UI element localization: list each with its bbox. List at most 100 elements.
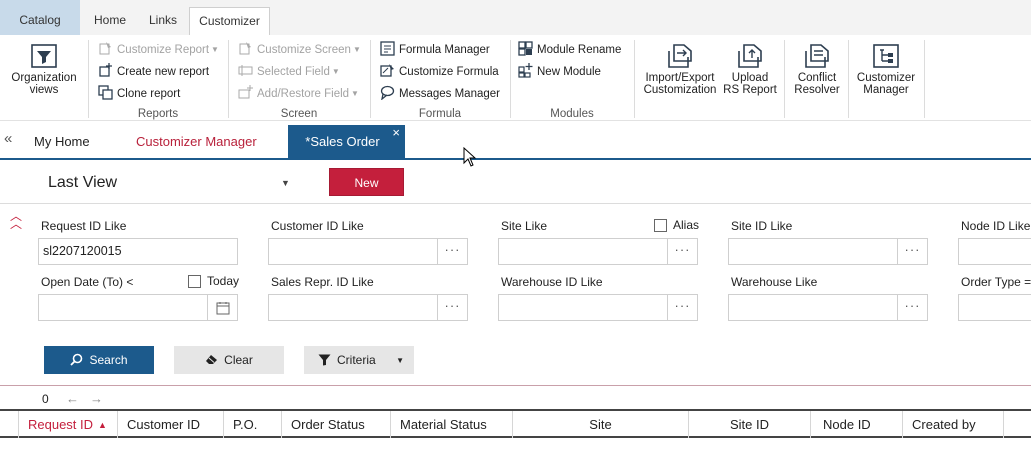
module-rename-button[interactable]: Module Rename (518, 41, 621, 59)
add-restore-field-label: Add/Restore Field (257, 88, 350, 100)
chevron-down-icon[interactable]: ▼ (281, 178, 290, 188)
customizer-manager-button[interactable]: Customizer Manager (852, 39, 920, 96)
customize-formula-button[interactable]: Customize Formula (380, 63, 499, 81)
column-customer-id[interactable]: Customer ID (117, 411, 223, 438)
site-label: Site Like (501, 219, 548, 233)
ribbon-separator (370, 40, 371, 118)
organization-views-button[interactable]: Organization views (6, 39, 82, 96)
criteria-button-label: Criteria (337, 353, 376, 367)
grid-header: Request ID ▲ Customer ID P.O. Order Statu… (0, 411, 1031, 438)
sales-repr-id-lookup-button[interactable]: ··· (438, 294, 468, 321)
selected-field-button[interactable]: Selected Field ▼ (238, 63, 340, 81)
upload-rs-report-button[interactable]: Upload RS Report (721, 39, 779, 96)
ribbon-separator (784, 40, 785, 118)
column-material-status[interactable]: Material Status (390, 411, 512, 438)
add-field-icon (238, 85, 253, 99)
request-id-input[interactable]: sl2207120015 (38, 238, 238, 265)
upload-rs-label-1: Upload (731, 72, 769, 84)
customize-report-icon (99, 42, 111, 55)
tab-sales-order[interactable]: *Sales Order × (288, 125, 405, 158)
view-selector[interactable]: Last View (48, 174, 117, 192)
tab-customizer[interactable]: Customizer (189, 7, 270, 36)
customer-id-lookup-button[interactable]: ··· (438, 238, 468, 265)
search-button[interactable]: Search (44, 346, 154, 374)
screen-caption: Screen (280, 108, 318, 120)
warehouse-input[interactable] (728, 294, 898, 321)
site-input[interactable] (498, 238, 668, 265)
import-export-label-2: Customization (643, 84, 717, 96)
column-node-id[interactable]: Node ID (810, 411, 902, 438)
tab-customizer-manager[interactable]: Customizer Manager (136, 125, 257, 158)
eraser-icon (206, 355, 218, 364)
create-new-report-label: Create new report (117, 66, 210, 78)
collapse-sidebar-icon[interactable]: « (4, 130, 12, 147)
column-site[interactable]: Site (512, 411, 688, 438)
create-new-report-button[interactable]: Create new report (98, 63, 209, 81)
selected-field-label: Selected Field (257, 66, 330, 78)
open-date-calendar-button[interactable] (208, 294, 238, 321)
new-module-button[interactable]: New Module (518, 63, 601, 81)
previous-page-icon[interactable]: ← (66, 390, 79, 410)
upload-rs-label-2: RS Report (723, 84, 777, 96)
tab-my-home[interactable]: My Home (34, 125, 90, 158)
column-created-by[interactable]: Created by (902, 411, 1003, 438)
warehouse-id-input[interactable] (498, 294, 668, 321)
new-button[interactable]: New (329, 168, 404, 196)
import-export-customization-button[interactable]: Import/Export Customization (640, 39, 720, 96)
open-date-input[interactable] (38, 294, 208, 321)
criteria-button[interactable]: Criteria ▼ (304, 346, 414, 374)
close-icon[interactable]: × (392, 116, 400, 149)
clear-button[interactable]: Clear (174, 346, 284, 374)
order-type-input[interactable] (958, 294, 1031, 321)
new-report-icon (99, 63, 112, 77)
tab-links[interactable]: Links (140, 7, 186, 35)
sales-repr-id-input[interactable] (268, 294, 438, 321)
module-rename-icon (518, 41, 533, 56)
warehouse-lookup-button[interactable]: ··· (898, 294, 928, 321)
site-id-label: Site ID Like (731, 219, 793, 233)
alias-checkbox[interactable] (654, 219, 667, 232)
customize-screen-label: Customize Screen (257, 44, 351, 56)
chevron-down-icon: ▼ (352, 45, 361, 54)
column-po[interactable]: P.O. (223, 411, 281, 438)
clone-report-button[interactable]: Clone report (98, 85, 180, 103)
collapse-filters-icon[interactable]: ︿ ︿ (10, 210, 22, 230)
add-restore-field-button[interactable]: Add/Restore Field ▼ (238, 85, 359, 103)
organization-views-label-2: views (29, 84, 59, 96)
chevron-down-icon: ▼ (351, 89, 359, 98)
module-rename-label: Module Rename (537, 44, 622, 56)
formula-manager-button[interactable]: Formula Manager (380, 41, 490, 59)
column-site-id[interactable]: Site ID (688, 411, 810, 438)
tab-home[interactable]: Home (84, 7, 136, 35)
calendar-icon (216, 302, 229, 315)
customize-report-button[interactable]: Customize Report ▼ (98, 41, 219, 59)
ribbon-separator (510, 40, 511, 118)
site-id-input[interactable] (728, 238, 898, 265)
node-id-input[interactable] (958, 238, 1031, 265)
ribbon-tab-bar: Catalog Home Links Customizer (0, 0, 1031, 40)
filter-divider (0, 385, 1031, 386)
customize-formula-label: Customize Formula (399, 66, 499, 78)
messages-manager-label: Messages Manager (399, 88, 500, 100)
customize-screen-button[interactable]: Customize Screen ▼ (238, 41, 361, 59)
messages-manager-button[interactable]: Messages Manager (380, 85, 500, 103)
document-tab-bar: « My Home Customizer Manager *Sales Orde… (0, 125, 1031, 159)
site-lookup-button[interactable]: ··· (668, 238, 698, 265)
tab-catalog[interactable]: Catalog (0, 0, 80, 40)
site-id-lookup-button[interactable]: ··· (898, 238, 928, 265)
conflict-resolver-icon (805, 44, 829, 68)
search-button-label: Search (89, 353, 128, 367)
clear-button-label: Clear (224, 353, 253, 367)
customize-screen-icon (239, 42, 251, 55)
filter-icon (31, 44, 57, 68)
warehouse-id-lookup-button[interactable]: ··· (668, 294, 698, 321)
column-order-status[interactable]: Order Status (281, 411, 390, 438)
column-request-id[interactable]: Request ID ▲ (18, 411, 117, 438)
warehouse-id-label: Warehouse ID Like (501, 275, 603, 289)
today-checkbox[interactable] (188, 275, 201, 288)
chevron-down-icon[interactable]: ▼ (396, 347, 404, 375)
today-label: Today (207, 274, 240, 288)
conflict-resolver-button[interactable]: Conflict Resolver (788, 39, 846, 96)
customer-id-input[interactable] (268, 238, 438, 265)
next-page-icon[interactable]: → (90, 390, 103, 410)
